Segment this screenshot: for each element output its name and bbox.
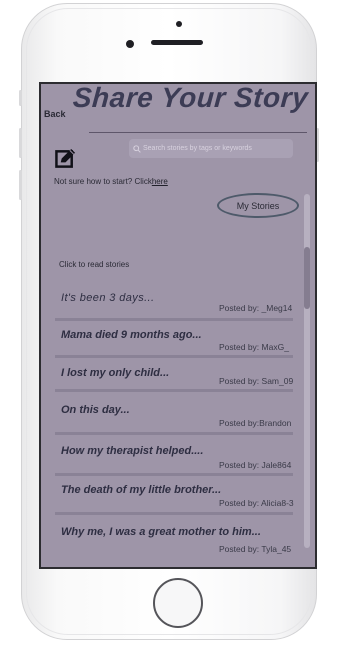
story-author: Posted by: Tyla_45: [219, 544, 292, 554]
story-title: The death of my little brother...: [61, 484, 222, 496]
volume-down-button: [19, 170, 22, 200]
story-title: Mama died 9 months ago...: [61, 329, 202, 341]
story-divider: [55, 318, 293, 321]
story-author: Posted by: MaxG_: [219, 342, 289, 352]
search-icon: [133, 144, 141, 153]
story-author: Posted by: _Meg14: [219, 303, 293, 313]
story-author: Posted by: Sam_09: [219, 376, 294, 386]
edit-icon[interactable]: [55, 148, 76, 169]
story-title: On this day...: [61, 404, 130, 416]
my-stories-button[interactable]: My Stories: [217, 193, 299, 218]
search-placeholder: Search stories by tags or keywords: [143, 145, 252, 152]
help-hint: Not sure how to start? Clickhere: [54, 177, 168, 186]
search-input[interactable]: Search stories by tags or keywords: [129, 139, 293, 158]
help-hint-text: Not sure how to start? Click: [54, 177, 152, 186]
story-title: How my therapist helped....: [61, 445, 204, 457]
story-divider: [55, 512, 293, 515]
app-screen: Back Share Your Story Search stories by …: [39, 82, 317, 569]
volume-up-button: [19, 128, 22, 158]
story-divider: [55, 389, 293, 392]
page-title: Share Your Story: [71, 82, 310, 113]
story-title: It's been 3 days...: [61, 292, 155, 304]
story-divider: [55, 473, 293, 476]
home-button[interactable]: [153, 578, 203, 628]
story-title: Why me, I was a great mother to him...: [61, 526, 261, 538]
story-author: Posted by:Brandon: [219, 418, 292, 428]
story-author: Posted by: Jale864: [219, 460, 292, 470]
earpiece-speaker: [151, 40, 203, 45]
title-divider: [89, 132, 307, 133]
story-divider: [55, 432, 293, 435]
story-author: Posted by: Alicia8-3: [219, 498, 294, 508]
story-title: I lost my only child...: [61, 367, 170, 379]
section-label: Click to read stories: [59, 260, 130, 269]
story-divider: [55, 355, 293, 358]
front-camera: [126, 40, 134, 48]
back-button[interactable]: Back: [44, 109, 66, 119]
scrollbar-thumb[interactable]: [304, 247, 310, 309]
help-link[interactable]: here: [152, 177, 168, 186]
mute-switch: [19, 90, 22, 106]
proximity-sensor: [176, 21, 182, 27]
